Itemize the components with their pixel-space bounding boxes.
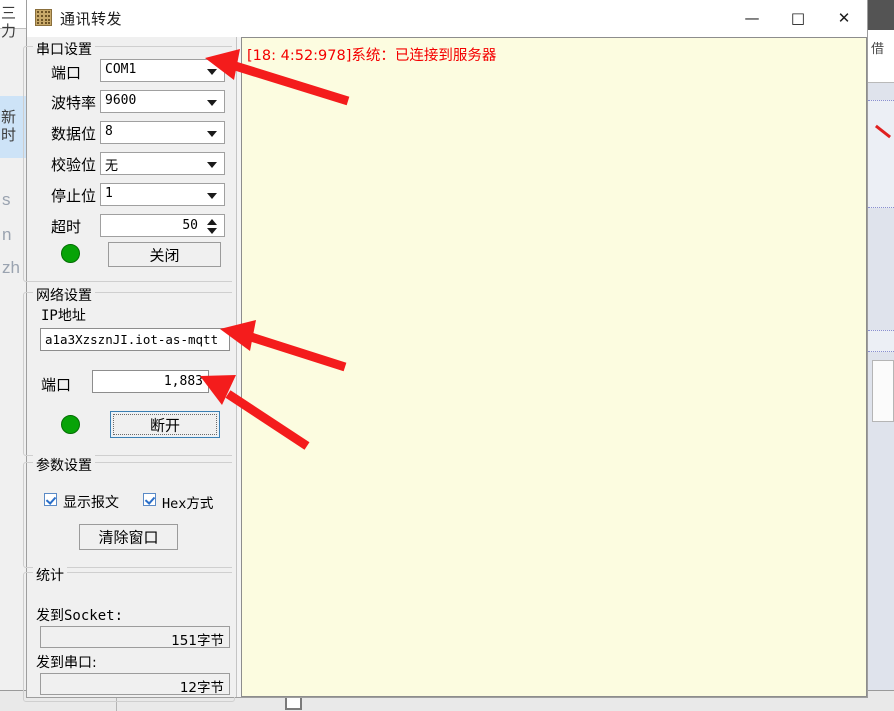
serial-timeout-value: 50 bbox=[182, 218, 198, 233]
bg-right-titlebar bbox=[868, 0, 894, 30]
log-line: [18: 4:52:978]系统：已连接到服务器 bbox=[247, 48, 497, 64]
maximize-icon: □ bbox=[790, 9, 806, 27]
serial-port-value: COM1 bbox=[105, 62, 137, 77]
network-port-label: 端口 bbox=[41, 376, 72, 394]
show-message-label: 显示报文 bbox=[63, 495, 119, 511]
network-settings-title: 网络设置 bbox=[33, 285, 95, 305]
background-window-right: 借 bbox=[868, 0, 894, 710]
network-disconnect-button-inner: 断开 bbox=[113, 414, 217, 435]
settings-column: 串口设置 端口 COM1 波特率 9600 数据位 8 校验位 无 停止位 1 … bbox=[23, 37, 240, 702]
bg-right-box bbox=[872, 360, 894, 422]
ip-address-label: IP地址 bbox=[41, 308, 86, 324]
serial-close-button[interactable]: 关闭 bbox=[108, 242, 221, 267]
hex-mode-label: Hex方式 bbox=[162, 496, 214, 512]
serial-parity-combo[interactable]: 无 bbox=[100, 152, 225, 175]
parameter-settings-group bbox=[23, 462, 235, 568]
chevron-down-icon bbox=[207, 69, 217, 75]
network-status-led bbox=[61, 415, 80, 434]
serial-baud-value: 9600 bbox=[105, 93, 137, 108]
app-window: 通讯转发 — □ ✕ 串口设置 端口 COM1 波特率 9600 数据位 8 校… bbox=[23, 0, 868, 702]
grid-icon bbox=[35, 9, 52, 26]
serial-databits-value: 8 bbox=[105, 124, 113, 139]
spinner-down-icon[interactable] bbox=[207, 228, 217, 234]
bg-left-glyph: zh bbox=[2, 258, 20, 277]
network-disconnect-button[interactable]: 断开 bbox=[110, 411, 220, 438]
minimize-icon: — bbox=[744, 9, 760, 27]
clear-window-button-label: 清除窗口 bbox=[98, 528, 159, 547]
bg-right-glyph: 借 bbox=[871, 41, 885, 56]
ip-address-input[interactable]: a1a3XzsznJI.iot-as-mqtt bbox=[40, 328, 230, 351]
serial-stopbits-label: 停止位 bbox=[51, 187, 97, 205]
serial-baud-combo[interactable]: 9600 bbox=[100, 90, 225, 113]
serial-timeout-spinner[interactable]: 50 bbox=[100, 214, 225, 237]
serial-baud-label: 波特率 bbox=[51, 94, 97, 112]
statistics-title: 统计 bbox=[33, 565, 67, 585]
clear-window-button-inner: 清除窗口 bbox=[82, 527, 175, 547]
serial-stopbits-combo[interactable]: 1 bbox=[100, 183, 225, 206]
serial-close-button-label: 关闭 bbox=[149, 246, 180, 264]
serial-port-label: 端口 bbox=[51, 64, 82, 82]
checkbox-checked-icon bbox=[44, 493, 57, 506]
bg-left-glyph: n bbox=[2, 225, 12, 244]
serial-settings-title: 串口设置 bbox=[33, 39, 95, 59]
network-disconnect-button-label: 断开 bbox=[149, 416, 180, 434]
parameter-settings-title: 参数设置 bbox=[33, 455, 95, 475]
serial-databits-combo[interactable]: 8 bbox=[100, 121, 225, 144]
close-button[interactable]: ✕ bbox=[821, 0, 867, 36]
ip-address-value: a1a3XzsznJI.iot-as-mqtt bbox=[45, 332, 219, 347]
close-icon: ✕ bbox=[837, 9, 851, 27]
serial-sent-value-box: 12字节 bbox=[40, 673, 230, 696]
chevron-down-icon bbox=[207, 100, 217, 106]
serial-sent-label: 发到串口: bbox=[36, 655, 97, 671]
minimize-button[interactable]: — bbox=[729, 0, 775, 36]
serial-status-led bbox=[61, 244, 80, 263]
bg-right-group bbox=[868, 100, 894, 208]
serial-port-combo[interactable]: COM1 bbox=[100, 59, 225, 82]
network-port-input[interactable]: 1,883 bbox=[92, 370, 209, 393]
title-bar[interactable]: 通讯转发 — □ ✕ bbox=[27, 0, 867, 38]
checkbox-checked-icon bbox=[143, 493, 156, 506]
serial-sent-value: 12字节 bbox=[179, 680, 224, 696]
bg-left-glyph: 时 bbox=[1, 126, 17, 144]
maximize-button[interactable]: □ bbox=[775, 0, 821, 36]
log-output-panel[interactable]: [18: 4:52:978]系统：已连接到服务器 bbox=[241, 37, 867, 697]
window-title: 通讯转发 bbox=[60, 10, 123, 28]
chevron-down-icon bbox=[207, 162, 217, 168]
serial-parity-label: 校验位 bbox=[51, 156, 97, 174]
serial-timeout-label: 超时 bbox=[51, 218, 82, 236]
client-area: 串口设置 端口 COM1 波特率 9600 数据位 8 校验位 无 停止位 1 … bbox=[23, 37, 867, 702]
bg-left-glyph: 力 bbox=[1, 22, 17, 40]
serial-parity-value: 无 bbox=[105, 159, 119, 174]
serial-close-button-inner: 关闭 bbox=[111, 245, 218, 264]
bg-left-glyph: s bbox=[2, 190, 11, 209]
network-port-value: 1,883 bbox=[163, 374, 203, 389]
clear-window-button[interactable]: 清除窗口 bbox=[79, 524, 178, 550]
chevron-down-icon bbox=[207, 131, 217, 137]
serial-stopbits-value: 1 bbox=[105, 186, 113, 201]
socket-sent-value-box: 151字节 bbox=[40, 626, 230, 649]
chevron-down-icon bbox=[207, 193, 217, 199]
socket-sent-label: 发到Socket: bbox=[36, 608, 124, 624]
spinner-up-icon[interactable] bbox=[207, 219, 217, 225]
bg-right-group bbox=[868, 330, 894, 352]
socket-sent-value: 151字节 bbox=[171, 633, 224, 649]
serial-databits-label: 数据位 bbox=[51, 125, 97, 143]
